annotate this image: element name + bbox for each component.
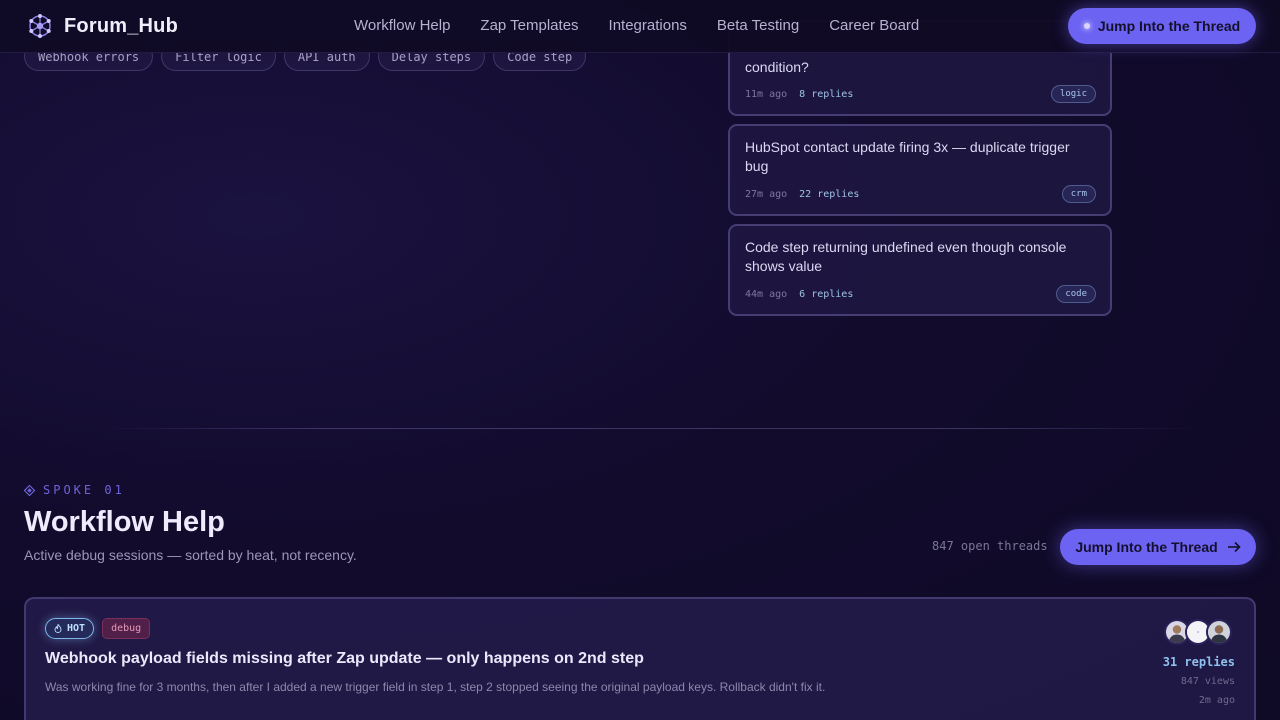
flame-icon [54, 624, 62, 633]
thread-time: 44m ago [745, 289, 788, 300]
spoke-label: SPOKE 01 [24, 483, 125, 497]
top-nav: Forum_Hub Workflow Help Zap Templates In… [0, 0, 1280, 53]
section-jump-into-thread-button[interactable]: Jump Into the Thread [1060, 529, 1256, 565]
jump-into-thread-button[interactable]: Jump Into the Thread [1068, 8, 1256, 44]
thread-tag[interactable]: logic [1050, 85, 1096, 103]
network-hub-icon [29, 14, 51, 38]
section-title: Workflow Help [24, 506, 225, 538]
thread-card[interactable]: HubSpot contact update firing 3x — dupli… [728, 124, 1112, 216]
hot-badge: HOT [45, 618, 95, 639]
thread-replies: 8 replies [799, 89, 854, 100]
open-threads-count: 847 open threads [932, 539, 1048, 553]
status-dot-icon [1083, 23, 1090, 29]
thread-tag[interactable]: code [1056, 285, 1096, 303]
thread-title: HubSpot contact update firing 3x — dupli… [745, 139, 1070, 174]
nav-links: Workflow Help Zap Templates Integrations… [354, 17, 919, 34]
diamond-icon [24, 484, 35, 496]
thread-time: 11m ago [745, 89, 788, 100]
debug-tag[interactable]: debug [102, 618, 151, 639]
thread-replies: 6 replies [799, 289, 854, 300]
section-divider [100, 428, 1200, 429]
hot-thread-views: 847 views [1180, 676, 1235, 687]
thread-meta: 44m ago 6 replies [745, 289, 853, 300]
participant-avatars [1164, 619, 1232, 645]
thread-title: Code step returning undefined even thoug… [745, 239, 1067, 274]
hot-thread-time: 2m ago [1198, 695, 1235, 706]
section-cta-label: Jump Into the Thread [1075, 539, 1218, 555]
nav-link-beta-testing[interactable]: Beta Testing [717, 17, 799, 34]
hot-thread-replies: 31 replies [1162, 655, 1235, 669]
thread-meta: 11m ago 8 replies [745, 89, 853, 100]
nav-link-career-board[interactable]: Career Board [829, 17, 919, 34]
jump-into-thread-label: Jump Into the Thread [1097, 18, 1241, 34]
hot-thread-title: Webhook payload fields missing after Zap… [45, 650, 644, 667]
nav-link-zap-templates[interactable]: Zap Templates [480, 17, 578, 34]
brand[interactable]: Forum_Hub [26, 12, 178, 40]
nav-link-workflow-help[interactable]: Workflow Help [354, 17, 450, 34]
spoke-text: SPOKE 01 [43, 483, 125, 497]
brand-name: Forum_Hub [64, 14, 179, 37]
nav-link-integrations[interactable]: Integrations [609, 17, 687, 34]
hot-thread-badges: HOT debug [45, 618, 151, 639]
hot-thread-card[interactable]: HOT debug Webhook payload fields missing… [24, 597, 1256, 720]
hot-thread-excerpt: Was working fine for 3 months, then afte… [45, 680, 826, 694]
avatar[interactable] [1206, 619, 1232, 645]
hot-badge-label: HOT [67, 623, 86, 634]
section-subtitle: Active debug sessions — sorted by heat, … [24, 547, 357, 563]
thread-replies: 22 replies [799, 189, 860, 200]
thread-tag[interactable]: crm [1061, 185, 1096, 203]
arrow-right-icon [1227, 541, 1241, 553]
thread-time: 27m ago [745, 189, 788, 200]
thread-meta: 27m ago 22 replies [745, 189, 859, 200]
thread-card[interactable]: Code step returning undefined even thoug… [728, 224, 1112, 316]
thread-title: condition? [745, 59, 809, 75]
